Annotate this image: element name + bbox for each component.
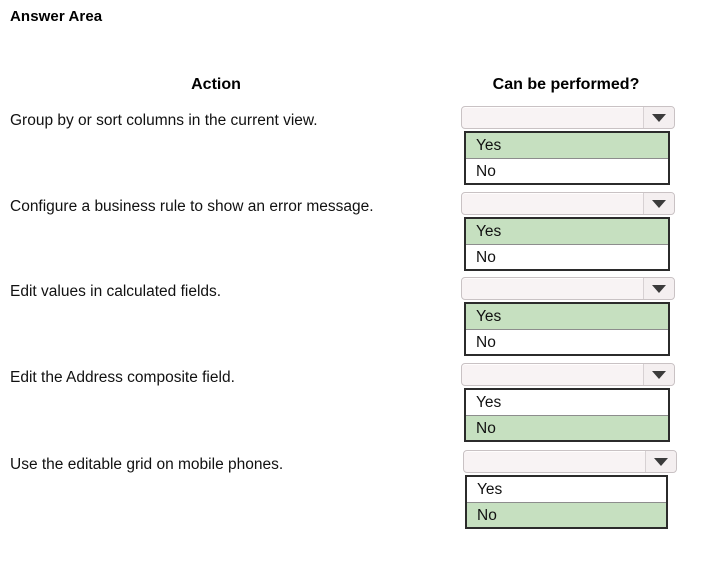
chevron-down-icon: [652, 113, 666, 122]
dropdown-option-no[interactable]: No: [466, 329, 668, 354]
table-row: Configure a business rule to show an err…: [0, 192, 711, 278]
dropdown-option-list[interactable]: Yes No: [464, 131, 670, 185]
dropdown-option-no[interactable]: No: [466, 415, 668, 440]
chevron-down-icon: [652, 199, 666, 208]
action-label: Configure a business rule to show an err…: [10, 198, 374, 215]
action-label: Group by or sort columns in the current …: [10, 112, 318, 129]
dropdown-option-no[interactable]: No: [466, 158, 668, 183]
dropdown-option-yes[interactable]: Yes: [466, 304, 668, 329]
answer-dropdown[interactable]: Yes No: [463, 450, 677, 529]
dropdown-select-face[interactable]: [461, 363, 675, 386]
dropdown-toggle-button[interactable]: [643, 193, 674, 214]
dropdown-selected-value: [469, 196, 640, 212]
dropdown-toggle-button[interactable]: [643, 107, 674, 128]
dropdown-selected-value: [469, 367, 640, 383]
action-label: Use the editable grid on mobile phones.: [10, 456, 284, 473]
dropdown-option-no[interactable]: No: [467, 502, 666, 527]
dropdown-option-yes[interactable]: Yes: [466, 219, 668, 244]
answer-dropdown[interactable]: Yes No: [461, 106, 675, 185]
table-row: Edit values in calculated fields. Yes No: [0, 277, 711, 363]
dropdown-toggle-button[interactable]: [643, 364, 674, 385]
dropdown-select-face[interactable]: [461, 192, 675, 215]
dropdown-selected-value: [469, 110, 640, 126]
answer-dropdown[interactable]: Yes No: [461, 277, 675, 356]
table-row: Edit the Address composite field. Yes No: [0, 363, 711, 449]
chevron-down-icon: [654, 457, 668, 466]
chevron-down-icon: [652, 370, 666, 379]
answer-dropdown[interactable]: Yes No: [461, 192, 675, 271]
column-header-answer: Can be performed?: [492, 76, 640, 93]
page-title: Answer Area: [10, 8, 103, 25]
dropdown-select-face[interactable]: [461, 106, 675, 129]
dropdown-select-face[interactable]: [463, 450, 677, 473]
dropdown-selected-value: [471, 454, 642, 470]
action-label: Edit the Address composite field.: [10, 369, 235, 386]
dropdown-option-list[interactable]: Yes No: [464, 302, 670, 356]
dropdown-option-list[interactable]: Yes No: [465, 475, 668, 529]
dropdown-option-list[interactable]: Yes No: [464, 217, 670, 271]
dropdown-toggle-button[interactable]: [645, 451, 676, 472]
dropdown-option-list[interactable]: Yes No: [464, 388, 670, 442]
table-row: Use the editable grid on mobile phones. …: [0, 450, 711, 536]
dropdown-option-yes[interactable]: Yes: [466, 133, 668, 158]
column-header-action: Action: [191, 76, 241, 93]
dropdown-select-face[interactable]: [461, 277, 675, 300]
table-row: Group by or sort columns in the current …: [0, 106, 711, 192]
answer-dropdown[interactable]: Yes No: [461, 363, 675, 442]
dropdown-option-no[interactable]: No: [466, 244, 668, 269]
dropdown-option-yes[interactable]: Yes: [467, 477, 666, 502]
dropdown-selected-value: [469, 281, 640, 297]
dropdown-toggle-button[interactable]: [643, 278, 674, 299]
dropdown-option-yes[interactable]: Yes: [466, 390, 668, 415]
action-label: Edit values in calculated fields.: [10, 283, 222, 300]
chevron-down-icon: [652, 284, 666, 293]
